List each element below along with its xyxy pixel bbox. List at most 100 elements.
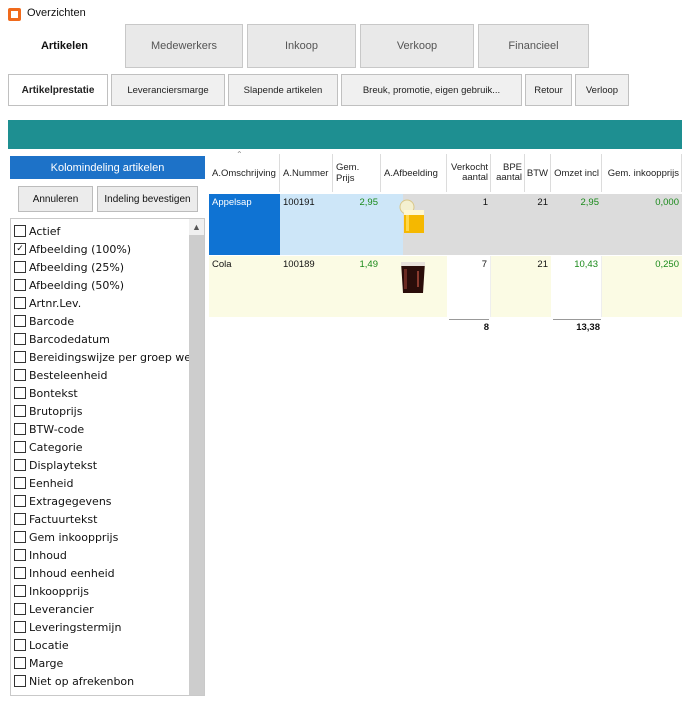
column-option[interactable]: Barcodedatum <box>14 330 110 348</box>
checkbox-icon[interactable] <box>14 459 26 471</box>
column-option-label: Locatie <box>29 638 69 652</box>
column-option[interactable]: Locatie <box>14 636 69 654</box>
column-option[interactable]: BTW-code <box>14 420 84 438</box>
checkbox-icon[interactable] <box>14 387 26 399</box>
cell-omschrijving[interactable]: Cola <box>209 256 280 317</box>
tab-financieel[interactable]: Financieel <box>478 24 589 68</box>
cell-bpe[interactable] <box>491 194 525 255</box>
col-header-nummer[interactable]: A.Nummer <box>280 154 333 192</box>
subtab-leveranciersmarge[interactable]: Leveranciersmarge <box>111 74 225 106</box>
col-header-prijs[interactable]: Gem. Prijs <box>333 154 381 192</box>
checkbox-icon[interactable] <box>14 513 26 525</box>
sort-up-icon: ⌃ <box>236 150 243 159</box>
cancel-button[interactable]: Annuleren <box>18 186 93 212</box>
cell-btw[interactable]: 21 <box>525 256 551 317</box>
checkbox-icon[interactable] <box>14 405 26 417</box>
tab-inkoop[interactable]: Inkoop <box>247 24 356 68</box>
scroll-up-icon[interactable]: ▲ <box>189 219 204 235</box>
checkbox-icon[interactable] <box>14 621 26 633</box>
subtab-breuk-promotie[interactable]: Breuk, promotie, eigen gebruik... <box>341 74 522 106</box>
checkbox-icon[interactable] <box>14 531 26 543</box>
app-icon <box>8 8 21 21</box>
subtab-verloop[interactable]: Verloop <box>575 74 629 106</box>
column-checklist[interactable]: Actief ✓ Afbeelding (100%) Afbeelding (25%)… <box>10 218 205 696</box>
column-option[interactable]: Inhoud eenheid <box>14 564 115 582</box>
checkbox-icon[interactable] <box>14 675 26 687</box>
column-option[interactable]: Factuurtekst <box>14 510 97 528</box>
checkbox-checked-icon[interactable]: ✓ <box>14 243 26 255</box>
col-header-bpe[interactable]: BPE aantal <box>491 154 525 192</box>
cell-prijs[interactable]: 2,95 <box>333 194 381 255</box>
checkbox-icon[interactable] <box>14 639 26 651</box>
subtab-retour[interactable]: Retour <box>525 74 572 106</box>
column-option[interactable]: Extragegevens <box>14 492 112 510</box>
checkbox-icon[interactable] <box>14 333 26 345</box>
checkbox-icon[interactable] <box>14 495 26 507</box>
col-header-omzet[interactable]: Omzet incl <box>551 154 602 192</box>
col-header-btw[interactable]: BTW <box>525 154 551 192</box>
cell-omzet[interactable]: 10,43 <box>551 256 602 317</box>
checkbox-icon[interactable] <box>14 567 26 579</box>
checkbox-icon[interactable] <box>14 657 26 669</box>
column-option[interactable]: Brutoprijs <box>14 402 82 420</box>
checkbox-icon[interactable] <box>14 603 26 615</box>
cell-verkocht[interactable]: 7 <box>447 256 491 317</box>
column-option[interactable]: Marge <box>14 654 63 672</box>
checkbox-icon[interactable] <box>14 315 26 327</box>
cell-inkoopprijs[interactable]: 0,000 <box>602 194 682 255</box>
col-header-afbeelding[interactable]: A.Afbeelding <box>381 154 447 192</box>
checkbox-icon[interactable] <box>14 585 26 597</box>
column-option[interactable]: Displaytekst <box>14 456 97 474</box>
checkbox-icon[interactable] <box>14 279 26 291</box>
column-option[interactable]: Bereidingswijze per groep weer <box>14 348 202 366</box>
checkbox-icon[interactable] <box>14 549 26 561</box>
column-option[interactable]: ✓ Afbeelding (100%) <box>14 240 131 258</box>
column-option-label: Bereidingswijze per groep weer <box>29 350 203 364</box>
column-option[interactable]: Gem inkoopprijs <box>14 528 118 546</box>
tab-artikelen[interactable]: Artikelen <box>8 24 121 68</box>
column-option[interactable]: Eenheid <box>14 474 73 492</box>
column-option-label: Bontekst <box>29 386 78 400</box>
checkbox-icon[interactable] <box>14 441 26 453</box>
checkbox-icon[interactable] <box>14 261 26 273</box>
checkbox-icon[interactable] <box>14 423 26 435</box>
cell-nummer[interactable]: 100191 <box>280 194 333 255</box>
cell-btw[interactable]: 21 <box>525 194 551 255</box>
col-header-verkocht[interactable]: Verkocht aantal <box>447 154 491 192</box>
checkbox-icon[interactable] <box>14 477 26 489</box>
checkbox-icon[interactable] <box>14 225 26 237</box>
subtab-artikelprestatie[interactable]: Artikelprestatie <box>8 74 108 106</box>
column-option[interactable]: Categorie <box>14 438 83 456</box>
cell-verkocht[interactable]: 1 <box>447 194 491 255</box>
column-option[interactable]: Leverancier <box>14 600 94 618</box>
cell-inkoopprijs[interactable]: 0,250 <box>602 256 682 317</box>
cell-omschrijving[interactable]: Appelsap <box>209 194 280 255</box>
column-option[interactable]: Besteleenheid <box>14 366 107 384</box>
checklist-scrollbar[interactable] <box>189 219 204 695</box>
tab-medewerkers[interactable]: Medewerkers <box>125 24 243 68</box>
checkbox-icon[interactable] <box>14 351 26 363</box>
column-option[interactable]: Inhoud <box>14 546 67 564</box>
column-option[interactable]: Niet op afrekenbon <box>14 672 134 690</box>
column-option[interactable]: Artnr.Lev. <box>14 294 81 312</box>
column-option[interactable]: Inkoopprijs <box>14 582 89 600</box>
col-header-inkoopprijs[interactable]: Gem. inkoopprijs <box>602 154 682 192</box>
tab-verkoop[interactable]: Verkoop <box>360 24 474 68</box>
column-option[interactable]: Barcode <box>14 312 74 330</box>
cell-omzet[interactable]: 2,95 <box>551 194 602 255</box>
col-header-omschrijving[interactable]: A.Omschrijving <box>209 154 280 192</box>
cell-prijs[interactable]: 1,49 <box>333 256 381 317</box>
column-option[interactable]: Afbeelding (50%) <box>14 276 124 294</box>
confirm-layout-button[interactable]: Indeling bevestigen <box>97 186 198 212</box>
checkbox-icon[interactable] <box>14 369 26 381</box>
checkbox-icon[interactable] <box>14 297 26 309</box>
cell-bpe[interactable] <box>491 256 525 317</box>
column-option-label: Afbeelding (50%) <box>29 278 125 292</box>
cell-nummer[interactable]: 100189 <box>280 256 333 317</box>
apple-juice-image <box>399 198 429 234</box>
column-option[interactable]: Actief <box>14 222 60 240</box>
column-option[interactable]: Afbeelding (25%) <box>14 258 124 276</box>
column-option[interactable]: Bontekst <box>14 384 78 402</box>
subtab-slapende-artikelen[interactable]: Slapende artikelen <box>228 74 338 106</box>
column-option[interactable]: Leveringstermijn <box>14 618 121 636</box>
